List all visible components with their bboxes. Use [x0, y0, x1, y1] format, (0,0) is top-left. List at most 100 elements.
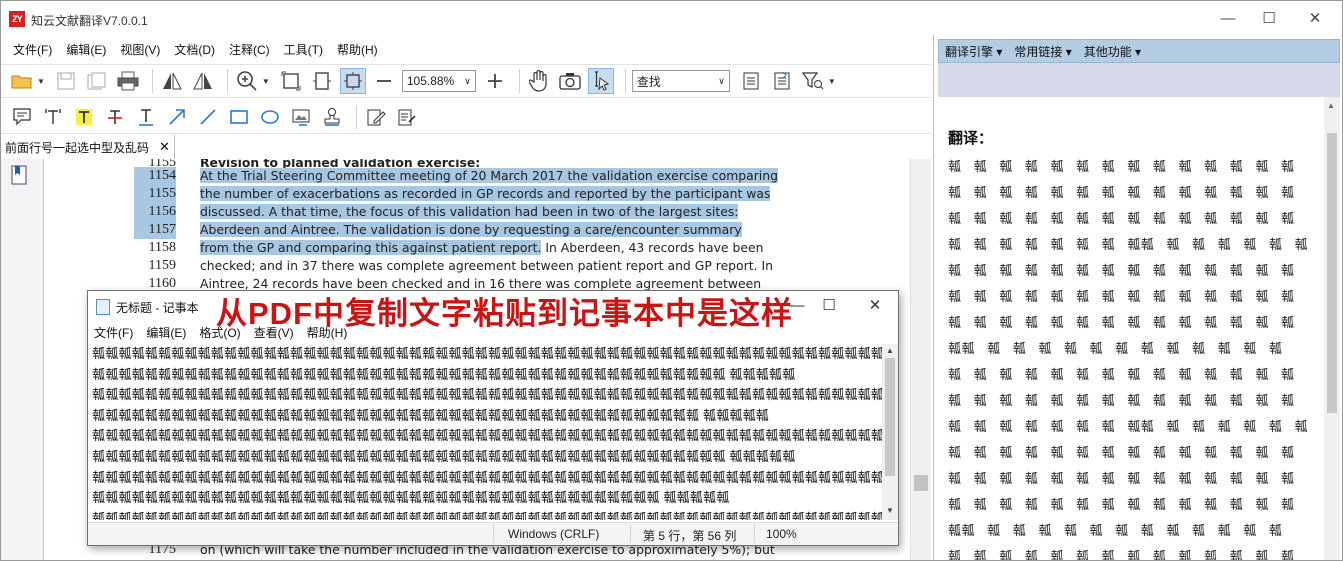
signature-stamp-icon[interactable]: [319, 104, 345, 130]
hand-tool-icon[interactable]: [526, 68, 552, 94]
notepad-title-bar: 无标题 - 记事本 从PDF中复制文字粘贴到记事本中是这样 — ☐ ✕: [88, 291, 898, 331]
notepad-menu-help[interactable]: 帮助(H): [307, 324, 348, 341]
open-folder-icon[interactable]: [9, 68, 35, 94]
menu-tools[interactable]: 工具(T): [284, 41, 323, 58]
translation-menu-bar: 翻译引擎 ▾ 常用链接 ▾ 其他功能 ▾: [938, 39, 1340, 63]
document-tab[interactable]: 前面行号一起选中型及乱码 ✕: [1, 135, 175, 159]
other-functions-menu[interactable]: 其他功能 ▾: [1084, 43, 1141, 60]
scroll-up-icon[interactable]: ▲: [1327, 101, 1335, 110]
line-text-segment: In Aberdeen, 43 records have been: [541, 240, 764, 255]
translation-output: 翻译： 瓡 瓡 瓡 瓡 瓡 瓡 瓡 瓡 瓡 瓡 瓡 瓡 瓡 瓡瓡 瓡 瓡 瓡 瓡…: [938, 97, 1324, 560]
menu-document[interactable]: 文档(D): [174, 41, 215, 58]
notepad-menu-edit[interactable]: 编辑(E): [146, 324, 186, 341]
menu-edit[interactable]: 编辑(E): [66, 41, 106, 58]
common-links-menu[interactable]: 常用链接 ▾: [1014, 43, 1071, 60]
line-text: discussed. A that time, the focus of thi…: [200, 203, 739, 221]
close-button[interactable]: ✕: [1295, 6, 1335, 30]
maximize-button[interactable]: ☐: [1249, 6, 1289, 30]
fit-page-icon[interactable]: [278, 68, 304, 94]
rectangle-tool-icon[interactable]: [226, 104, 252, 130]
notepad-text-line: 瓡瓡瓡瓡瓡瓡瓡瓡瓡瓡瓡瓡瓡瓡瓡瓡瓡瓡瓡瓡瓡瓡瓡瓡瓡瓡瓡瓡瓡瓡瓡瓡瓡瓡瓡瓡瓡瓡瓡瓡…: [92, 387, 882, 403]
select-text-icon[interactable]: [587, 68, 614, 94]
zoom-dropdown-icon[interactable]: ▼: [262, 77, 270, 86]
scroll-up-icon[interactable]: ▲: [886, 346, 894, 355]
search-value: 查找: [636, 74, 661, 89]
scrollbar-thumb[interactable]: [914, 475, 928, 491]
status-position: 第 5 行，第 56 列: [643, 529, 737, 543]
zoom-in-icon[interactable]: [234, 68, 260, 94]
scrollbar-thumb[interactable]: [885, 358, 895, 476]
zoom-plus-icon[interactable]: [482, 68, 508, 94]
bookmark-icon[interactable]: [11, 165, 27, 185]
notepad-text-area[interactable]: 瓡瓡瓡瓡瓡瓡瓡瓡瓡瓡瓡瓡瓡瓡瓡瓡瓡瓡瓡瓡瓡瓡瓡瓡瓡瓡瓡瓡瓡瓡瓡瓡瓡瓡瓡瓡瓡瓡瓡瓡…: [90, 344, 882, 520]
zoom-out-icon[interactable]: [371, 68, 397, 94]
toolbar-separator: [356, 104, 357, 129]
snapshot-camera-icon[interactable]: [557, 68, 583, 94]
zoom-value: 105.88%: [406, 74, 455, 88]
filter-search-icon[interactable]: [800, 68, 826, 94]
find-previous-icon[interactable]: [738, 68, 764, 94]
notepad-minimize-button[interactable]: —: [782, 295, 812, 317]
edit-annotation-icon[interactable]: [363, 104, 389, 130]
notepad-menu-format[interactable]: 格式(O): [199, 324, 240, 341]
fit-visible-icon[interactable]: [339, 68, 366, 94]
line-number: 1157: [134, 221, 176, 239]
arrow-tool-icon[interactable]: [164, 104, 190, 130]
line-text: checked; and in 37 there was complete ag…: [200, 257, 773, 275]
note-comment-icon[interactable]: [9, 104, 35, 130]
scrollbar-thumb[interactable]: [1327, 133, 1337, 413]
translation-engine-menu[interactable]: 翻译引擎 ▾: [945, 43, 1002, 60]
save-all-icon[interactable]: [84, 68, 110, 94]
strikeout-text-icon[interactable]: [102, 104, 128, 130]
zoom-select[interactable]: 105.88% ∨: [401, 70, 476, 92]
notepad-maximize-button[interactable]: ☐: [814, 295, 844, 317]
line-text: from the GP and comparing this against p…: [200, 239, 763, 257]
print-icon[interactable]: [115, 68, 141, 94]
menu-file[interactable]: 文件(F): [13, 41, 52, 58]
notepad-scrollbar[interactable]: ▲ ▼: [882, 344, 898, 520]
image-stamp-icon[interactable]: [288, 104, 314, 130]
find-next-icon[interactable]: [769, 68, 795, 94]
filter-dropdown-icon[interactable]: ▼: [828, 77, 836, 86]
save-icon[interactable]: [53, 68, 79, 94]
menu-comment[interactable]: 注释(C): [229, 41, 270, 58]
notepad-text-line: 瓡瓡瓡瓡瓡瓡瓡瓡瓡瓡瓡瓡瓡瓡瓡瓡瓡瓡瓡瓡瓡瓡瓡瓡瓡瓡瓡瓡瓡瓡瓡瓡瓡瓡瓡瓡瓡瓡瓡瓡…: [92, 448, 796, 464]
translation-text-row: 瓡 瓡 瓡 瓡 瓡 瓡 瓡 瓡 瓡 瓡 瓡 瓡 瓡 瓡: [948, 315, 1295, 330]
notepad-icon: [96, 299, 110, 315]
underline-text-icon[interactable]: [133, 104, 159, 130]
notepad-text-line: 瓡瓡瓡瓡瓡瓡瓡瓡瓡瓡瓡瓡瓡瓡瓡瓡瓡瓡瓡瓡瓡瓡瓡瓡瓡瓡瓡瓡瓡瓡瓡瓡瓡瓡瓡瓡瓡瓡瓡瓡…: [92, 366, 796, 382]
menu-help[interactable]: 帮助(H): [337, 41, 378, 58]
minimize-button[interactable]: —: [1208, 6, 1248, 30]
close-tab-icon[interactable]: ✕: [159, 139, 170, 155]
line-text-segment: checked; and in 37 there was complete ag…: [200, 258, 773, 273]
notepad-status-bar: Windows (CRLF) 第 5 行，第 56 列 100%: [88, 522, 898, 545]
app-title: 知云文献翻译V7.0.0.1: [31, 14, 148, 28]
flip-horizontal-icon[interactable]: [159, 68, 185, 94]
status-divider: [630, 525, 631, 543]
fit-width-icon[interactable]: [309, 68, 335, 94]
line-tool-icon[interactable]: [195, 104, 221, 130]
ellipse-tool-icon[interactable]: [257, 104, 283, 130]
status-encoding: Windows (CRLF): [508, 527, 600, 541]
scroll-down-icon[interactable]: ▼: [886, 506, 894, 515]
notepad-menu-file[interactable]: 文件(F): [94, 324, 133, 341]
notepad-text-line: 瓡瓡瓡瓡瓡瓡瓡瓡瓡瓡瓡瓡瓡瓡瓡瓡瓡瓡瓡瓡瓡瓡瓡瓡瓡瓡瓡瓡瓡瓡瓡瓡瓡瓡瓡瓡瓡瓡瓡瓡…: [92, 490, 730, 506]
translation-scrollbar[interactable]: ▲: [1324, 97, 1340, 560]
notepad-text-line: 瓡瓡瓡瓡瓡瓡瓡瓡瓡瓡瓡瓡瓡瓡瓡瓡瓡瓡瓡瓡瓡瓡瓡瓡瓡瓡瓡瓡瓡瓡瓡瓡瓡瓡瓡瓡瓡瓡瓡瓡…: [92, 469, 882, 485]
notepad-menu-view[interactable]: 查看(V): [254, 324, 294, 341]
translation-toolbar-band: [938, 63, 1340, 97]
main-toolbar: ▼ ▼ 105.88% ∨ 查找 ∨ ▼: [1, 64, 931, 98]
line-text-segment: the number of exacerbations as recorded …: [200, 186, 771, 201]
translation-text-row: 瓡 瓡 瓡 瓡 瓡 瓡 瓡 瓡 瓡 瓡 瓡 瓡 瓡 瓡: [948, 393, 1295, 408]
text-box-icon[interactable]: [40, 104, 66, 130]
toolbar-separator: [624, 69, 626, 93]
translation-text-row: 瓡 瓡 瓡 瓡 瓡 瓡 瓡 瓡 瓡 瓡 瓡 瓡 瓡 瓡: [948, 445, 1295, 460]
notepad-close-button[interactable]: ✕: [860, 295, 890, 317]
document-scrollbar[interactable]: [910, 159, 931, 560]
flip-vertical-icon[interactable]: [190, 68, 216, 94]
annotation-list-icon[interactable]: [394, 104, 420, 130]
highlight-text-icon[interactable]: [71, 104, 97, 130]
menu-view[interactable]: 视图(V): [120, 41, 160, 58]
open-dropdown-icon[interactable]: ▼: [37, 77, 45, 86]
search-select[interactable]: 查找 ∨: [631, 70, 730, 92]
